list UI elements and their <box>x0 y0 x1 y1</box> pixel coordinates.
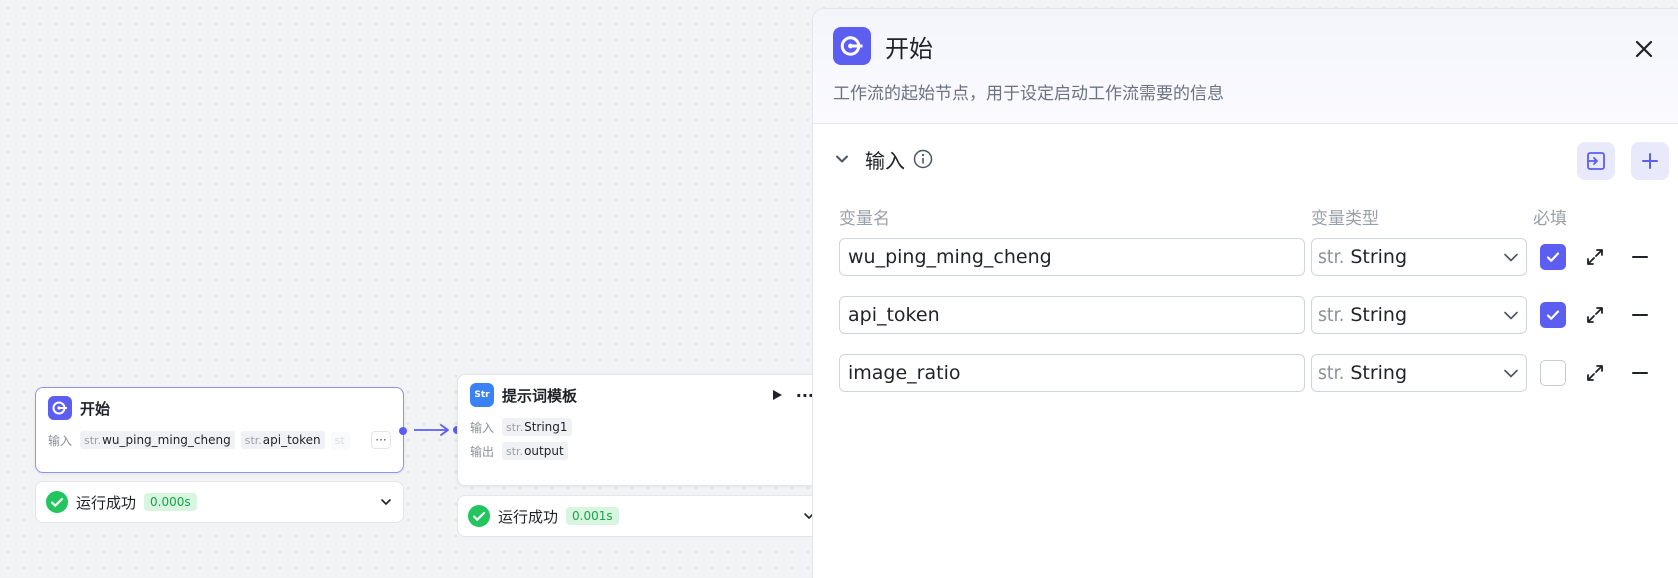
prompt-template-node[interactable]: Str 提示词模板 ··· 输入 str. String1 输出 str. outp… <box>457 374 827 486</box>
remove-variable-button[interactable] <box>1628 361 1652 385</box>
minus-icon <box>1632 372 1648 374</box>
required-checkbox[interactable] <box>1540 244 1566 270</box>
edge-arrow <box>414 424 449 436</box>
panel-title: 开始 <box>885 34 933 63</box>
check-icon <box>1546 310 1560 320</box>
start-node-header: 开始 <box>36 388 403 428</box>
expand-icon <box>1587 365 1603 381</box>
variable-row: api_token str. String <box>813 296 1678 334</box>
close-button[interactable] <box>1628 33 1660 65</box>
import-variables-button[interactable] <box>1577 142 1615 180</box>
prompt-node-outputs: 输出 str. output <box>458 439 826 463</box>
start-node-status[interactable]: 运行成功 0.000s <box>35 481 404 523</box>
prompt-node-header: Str 提示词模板 ··· <box>458 375 826 415</box>
input-label: 输入 <box>470 420 495 435</box>
column-required: 必填 <box>1533 209 1567 229</box>
input-tag-string1: str. String1 <box>502 418 572 436</box>
more-inputs-button[interactable]: ··· <box>371 431 391 449</box>
start-node-output-port[interactable] <box>399 427 407 435</box>
start-icon <box>48 396 72 420</box>
chevron-down-icon[interactable] <box>379 495 393 509</box>
required-checkbox[interactable] <box>1540 360 1566 386</box>
variable-row: wu_ping_ming_cheng str. String <box>813 238 1678 276</box>
column-type: 变量类型 <box>1311 209 1379 229</box>
prompt-node-title: 提示词模板 <box>502 386 578 405</box>
expand-button[interactable] <box>1583 361 1607 385</box>
run-play-icon[interactable] <box>770 388 784 402</box>
variable-name-input[interactable]: image_ratio <box>839 354 1305 392</box>
start-icon <box>833 27 871 65</box>
start-node-inputs: 输入 str. wu_ping_ming_cheng str. api_token … <box>36 428 403 452</box>
expand-button[interactable] <box>1583 303 1607 327</box>
expand-button[interactable] <box>1583 245 1607 269</box>
output-tag-output: str. output <box>502 442 568 460</box>
remove-variable-button[interactable] <box>1628 245 1652 269</box>
variable-name-input[interactable]: wu_ping_ming_cheng <box>839 238 1305 276</box>
required-checkbox[interactable] <box>1540 302 1566 328</box>
input-label: 输入 <box>48 433 73 448</box>
chevron-down-icon[interactable] <box>833 150 851 168</box>
string-template-icon: Str <box>470 383 494 407</box>
variable-table-header: 变量名 变量类型 必填 <box>813 194 1678 238</box>
column-name: 变量名 <box>839 209 890 229</box>
output-label: 输出 <box>470 444 495 459</box>
input-section-header: 输入 <box>813 124 1678 194</box>
expand-icon <box>1587 307 1603 323</box>
check-icon <box>1546 252 1560 262</box>
plus-icon <box>1642 153 1658 169</box>
chevron-down-icon <box>1504 253 1518 262</box>
add-variable-button[interactable] <box>1631 142 1669 180</box>
status-text: 运行成功 <box>76 493 137 512</box>
prompt-node-inputs: 输入 str. String1 <box>458 415 826 439</box>
prompt-node-status[interactable]: 运行成功 0.001s <box>457 495 827 537</box>
chevron-down-icon <box>1504 311 1518 320</box>
input-tag-wu-ping: str. wu_ping_ming_cheng <box>80 431 235 449</box>
input-tag-truncated: st <box>330 431 350 449</box>
time-badge: 0.001s <box>566 507 619 525</box>
variable-type-select[interactable]: str. String <box>1311 238 1527 276</box>
start-node-title: 开始 <box>80 399 111 418</box>
input-section-title: 输入 <box>865 148 905 173</box>
panel-header: 开始 工作流的起始节点，用于设定启动工作流需要的信息 <box>813 9 1678 124</box>
expand-icon <box>1587 249 1603 265</box>
panel-description: 工作流的起始节点，用于设定启动工作流需要的信息 <box>833 84 1224 104</box>
success-check-icon <box>46 491 68 513</box>
time-badge: 0.000s <box>144 493 197 511</box>
node-config-panel: 开始 工作流的起始节点，用于设定启动工作流需要的信息 输入 变量名 变量类型 必… <box>812 8 1678 578</box>
remove-variable-button[interactable] <box>1628 303 1652 327</box>
minus-icon <box>1632 314 1648 316</box>
minus-icon <box>1632 256 1648 258</box>
chevron-down-icon <box>1504 369 1518 378</box>
start-node[interactable]: 开始 输入 str. wu_ping_ming_cheng str. api_tok… <box>35 387 407 473</box>
status-text: 运行成功 <box>498 507 559 526</box>
variable-type-select[interactable]: str. String <box>1311 354 1527 392</box>
success-check-icon <box>468 505 490 527</box>
variable-name-input[interactable]: api_token <box>839 296 1305 334</box>
import-icon <box>1587 152 1605 170</box>
variable-type-select[interactable]: str. String <box>1311 296 1527 334</box>
info-icon[interactable] <box>913 149 933 169</box>
close-icon <box>1635 40 1653 58</box>
variable-row: image_ratio str. String <box>813 354 1678 392</box>
input-tag-api-token: str. api_token <box>240 431 325 449</box>
